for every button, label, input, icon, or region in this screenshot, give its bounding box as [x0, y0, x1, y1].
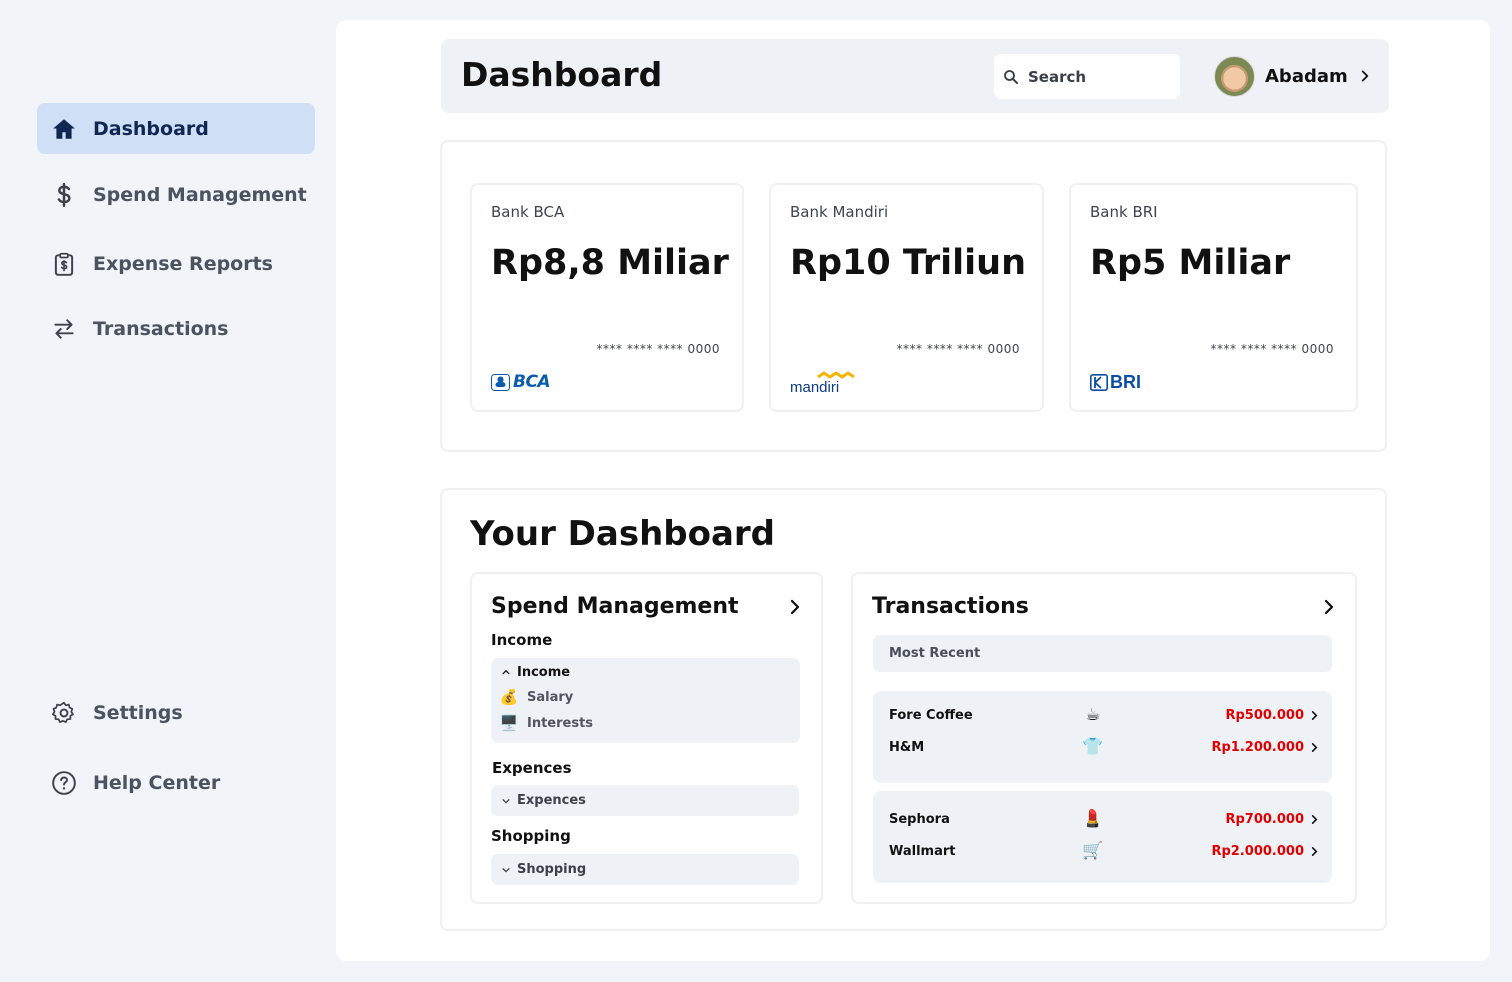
bca-logo: BCA [491, 371, 551, 393]
search-icon [1002, 68, 1020, 86]
sidebar-item-dashboard[interactable]: Dashboard [37, 103, 315, 154]
avatar [1214, 55, 1255, 97]
search-box[interactable] [994, 54, 1180, 99]
arrows-exchange-icon [51, 316, 77, 342]
main-panel: Dashboard Abadam Bank BCA Rp8,8 Miliar *… [336, 20, 1490, 961]
transaction-group: Fore Coffee ☕ Rp500.000 H&M 👕 Rp1.200.00… [873, 691, 1332, 783]
bri-logo: BRI [1090, 371, 1141, 393]
sidebar: Dashboard Spend Management Expense Repor… [0, 0, 336, 982]
shopping-cart-icon: 🛒 [1082, 841, 1104, 861]
income-row-salary[interactable]: 💰 Salary [491, 684, 800, 710]
clipboard-dollar-icon [51, 251, 77, 277]
page-title: Dashboard [461, 55, 663, 94]
bank-name: Bank BCA [491, 203, 565, 221]
sidebar-item-label: Help Center [93, 771, 221, 794]
bank-card-bri[interactable]: Bank BRI Rp5 Miliar **** **** **** 0000 … [1069, 183, 1358, 412]
lipstick-icon: 💄 [1082, 809, 1104, 829]
sidebar-item-settings[interactable]: Settings [37, 687, 315, 738]
chevron-right-icon[interactable] [786, 598, 804, 616]
income-label: Income [491, 631, 553, 649]
section-title: Your Dashboard [470, 514, 776, 554]
card-number: **** **** **** 0000 [896, 342, 1020, 356]
header-bar: Dashboard Abadam [441, 39, 1389, 113]
spend-management-panel: Spend Management Income Income 💰 Salary … [470, 572, 823, 904]
bank-card-bca[interactable]: Bank BCA Rp8,8 Miliar **** **** **** 000… [470, 183, 744, 412]
sidebar-item-label: Settings [93, 701, 183, 724]
sidebar-item-transactions[interactable]: Transactions [37, 303, 315, 354]
transaction-row-sephora[interactable]: Sephora 💄 Rp700.000 [873, 808, 1332, 834]
chevron-down-icon [502, 867, 510, 873]
accordion-title: Expences [517, 793, 586, 808]
panel-title: Transactions [872, 594, 1029, 619]
bank-card-mandiri[interactable]: Bank Mandiri Rp10 Triliun **** **** ****… [769, 183, 1044, 412]
shopping-accordion-header[interactable]: Shopping [491, 854, 799, 885]
transaction-amount: Rp700.000 [1225, 812, 1304, 827]
dollar-icon [51, 182, 77, 208]
transaction-row-wallmart[interactable]: Wallmart 🛒 Rp2.000.000 [873, 840, 1332, 866]
bank-name: Bank Mandiri [790, 203, 889, 221]
sidebar-item-label: Transactions [93, 317, 229, 340]
sidebar-item-expense-reports[interactable]: Expense Reports [37, 238, 315, 289]
income-row-interests[interactable]: 🖥️ Interests [491, 710, 800, 736]
merchant-name: H&M [889, 740, 925, 755]
panel-title: Spend Management [491, 594, 739, 619]
bank-balance: Rp10 Triliun [790, 243, 1027, 283]
sidebar-item-label: Dashboard [93, 117, 209, 140]
accordion-title: Shopping [517, 862, 587, 877]
filter-most-recent[interactable]: Most Recent [873, 635, 1332, 672]
transaction-amount: Rp2.000.000 [1211, 844, 1304, 859]
transaction-group: Sephora 💄 Rp700.000 Wallmart 🛒 Rp2.000.0… [873, 791, 1332, 883]
sidebar-item-label: Expense Reports [93, 252, 273, 275]
chevron-right-icon [1311, 815, 1318, 824]
income-accordion-header[interactable]: Income [491, 660, 800, 684]
bank-accounts-section: Bank BCA Rp8,8 Miliar **** **** **** 000… [440, 140, 1387, 452]
user-menu[interactable]: Abadam [1214, 55, 1372, 97]
transaction-row-fore-coffee[interactable]: Fore Coffee ☕ Rp500.000 [873, 704, 1332, 730]
expences-accordion-header[interactable]: Expences [491, 785, 799, 816]
card-number: **** **** **** 0000 [1210, 342, 1334, 356]
sidebar-item-spend-management[interactable]: Spend Management [37, 169, 315, 220]
merchant-name: Fore Coffee [889, 708, 973, 723]
shopping-label: Shopping [491, 827, 571, 845]
search-input[interactable] [1028, 67, 1168, 86]
chevron-right-icon[interactable] [1320, 598, 1338, 616]
tshirt-icon: 👕 [1082, 737, 1104, 757]
chevron-down-icon [502, 798, 510, 804]
expences-accordion[interactable]: Expences [491, 785, 799, 816]
expences-label: Expences [492, 759, 572, 777]
your-dashboard-section: Your Dashboard Spend Management Income I… [440, 488, 1387, 931]
transactions-panel: Transactions Most Recent Fore Coffee ☕ R… [851, 572, 1357, 904]
sidebar-item-label: Spend Management [93, 183, 307, 206]
merchant-name: Wallmart [889, 844, 956, 859]
row-label: Salary [527, 689, 574, 705]
merchant-name: Sephora [889, 812, 950, 827]
card-number: **** **** **** 0000 [596, 342, 720, 356]
transaction-amount: Rp1.200.000 [1211, 740, 1304, 755]
mandiri-logo: mandiri [790, 371, 860, 396]
chevron-right-icon [1311, 743, 1318, 752]
coffee-icon: ☕ [1085, 705, 1101, 725]
transaction-row-hm[interactable]: H&M 👕 Rp1.200.000 [873, 736, 1332, 762]
computer-icon: 🖥️ [499, 714, 519, 732]
income-accordion: Income 💰 Salary 🖥️ Interests [491, 658, 800, 743]
bank-balance: Rp5 Miliar [1090, 243, 1291, 283]
accordion-title: Income [517, 664, 571, 680]
chevron-up-icon [502, 669, 510, 675]
sidebar-item-help-center[interactable]: Help Center [37, 757, 315, 808]
user-name: Abadam [1265, 65, 1348, 87]
chevron-right-icon [1311, 847, 1318, 856]
money-bag-icon: 💰 [499, 688, 519, 706]
svg-text:mandiri: mandiri [790, 379, 839, 395]
chevron-right-icon [1361, 70, 1368, 82]
gear-icon [51, 700, 77, 726]
help-circle-icon [51, 770, 77, 796]
bank-balance: Rp8,8 Miliar [491, 243, 729, 283]
bank-name: Bank BRI [1090, 203, 1158, 221]
transaction-amount: Rp500.000 [1225, 708, 1304, 723]
shopping-accordion[interactable]: Shopping [491, 854, 799, 885]
row-label: Interests [527, 715, 594, 731]
chevron-right-icon [1311, 711, 1318, 720]
home-icon [51, 116, 77, 142]
